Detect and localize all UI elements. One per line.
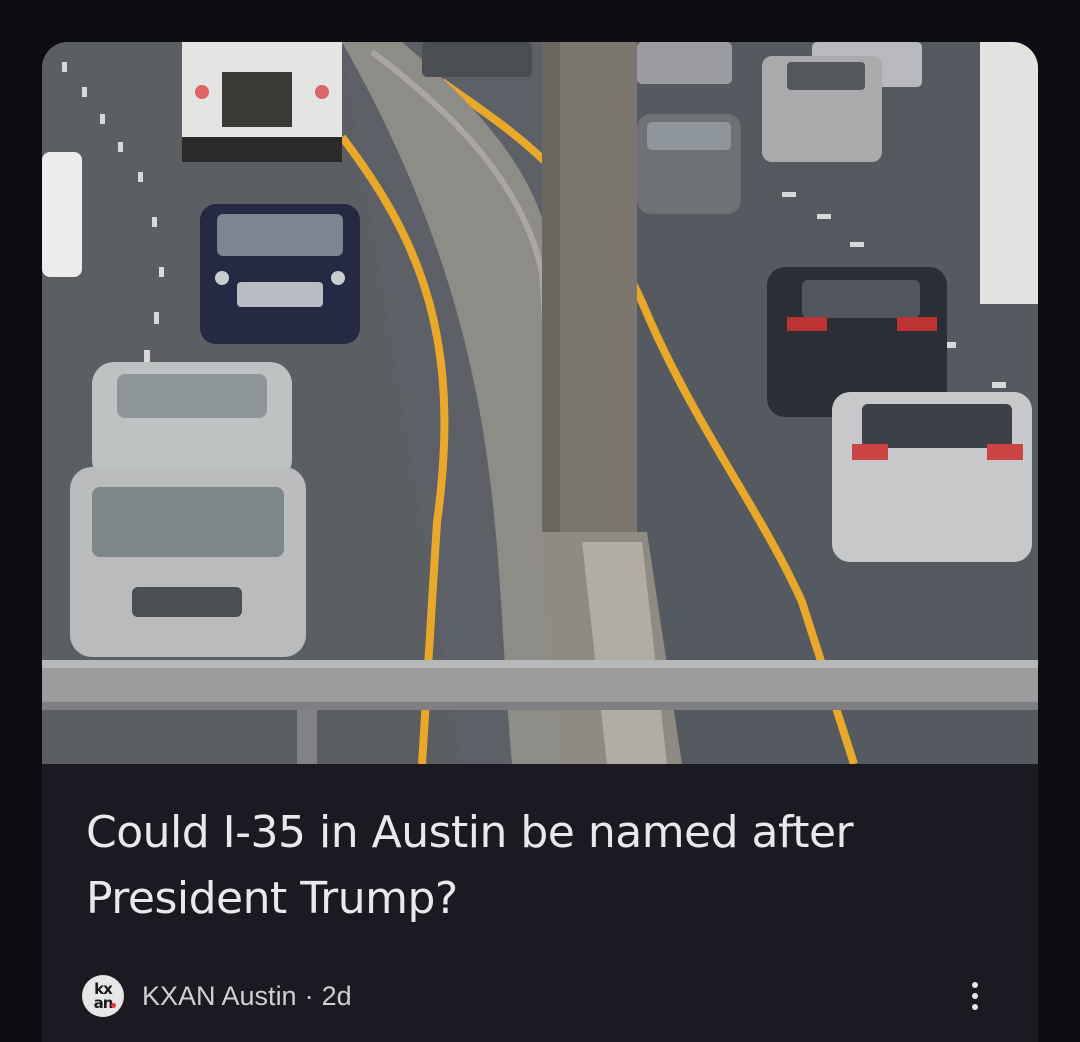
more-dot <box>972 993 978 999</box>
more-dot <box>972 982 978 988</box>
source-name[interactable]: KXAN Austin <box>142 981 297 1012</box>
meta-separator: · <box>304 980 314 1011</box>
article-headline[interactable]: Could I-35 in Austin be named after Pres… <box>86 800 986 932</box>
more-dot <box>972 1004 978 1010</box>
article-meta: kx an KXAN Austin · 2d <box>82 974 352 1018</box>
kxan-logo-icon[interactable]: kx an <box>82 975 124 1017</box>
logo-text-bottom: an <box>93 994 114 1012</box>
logo-dot <box>111 1003 116 1008</box>
more-vertical-icon[interactable] <box>960 976 990 1016</box>
article-photo[interactable] <box>42 42 1038 764</box>
news-card[interactable]: Could I-35 in Austin be named after Pres… <box>42 42 1038 1042</box>
article-age: 2d <box>321 980 352 1011</box>
